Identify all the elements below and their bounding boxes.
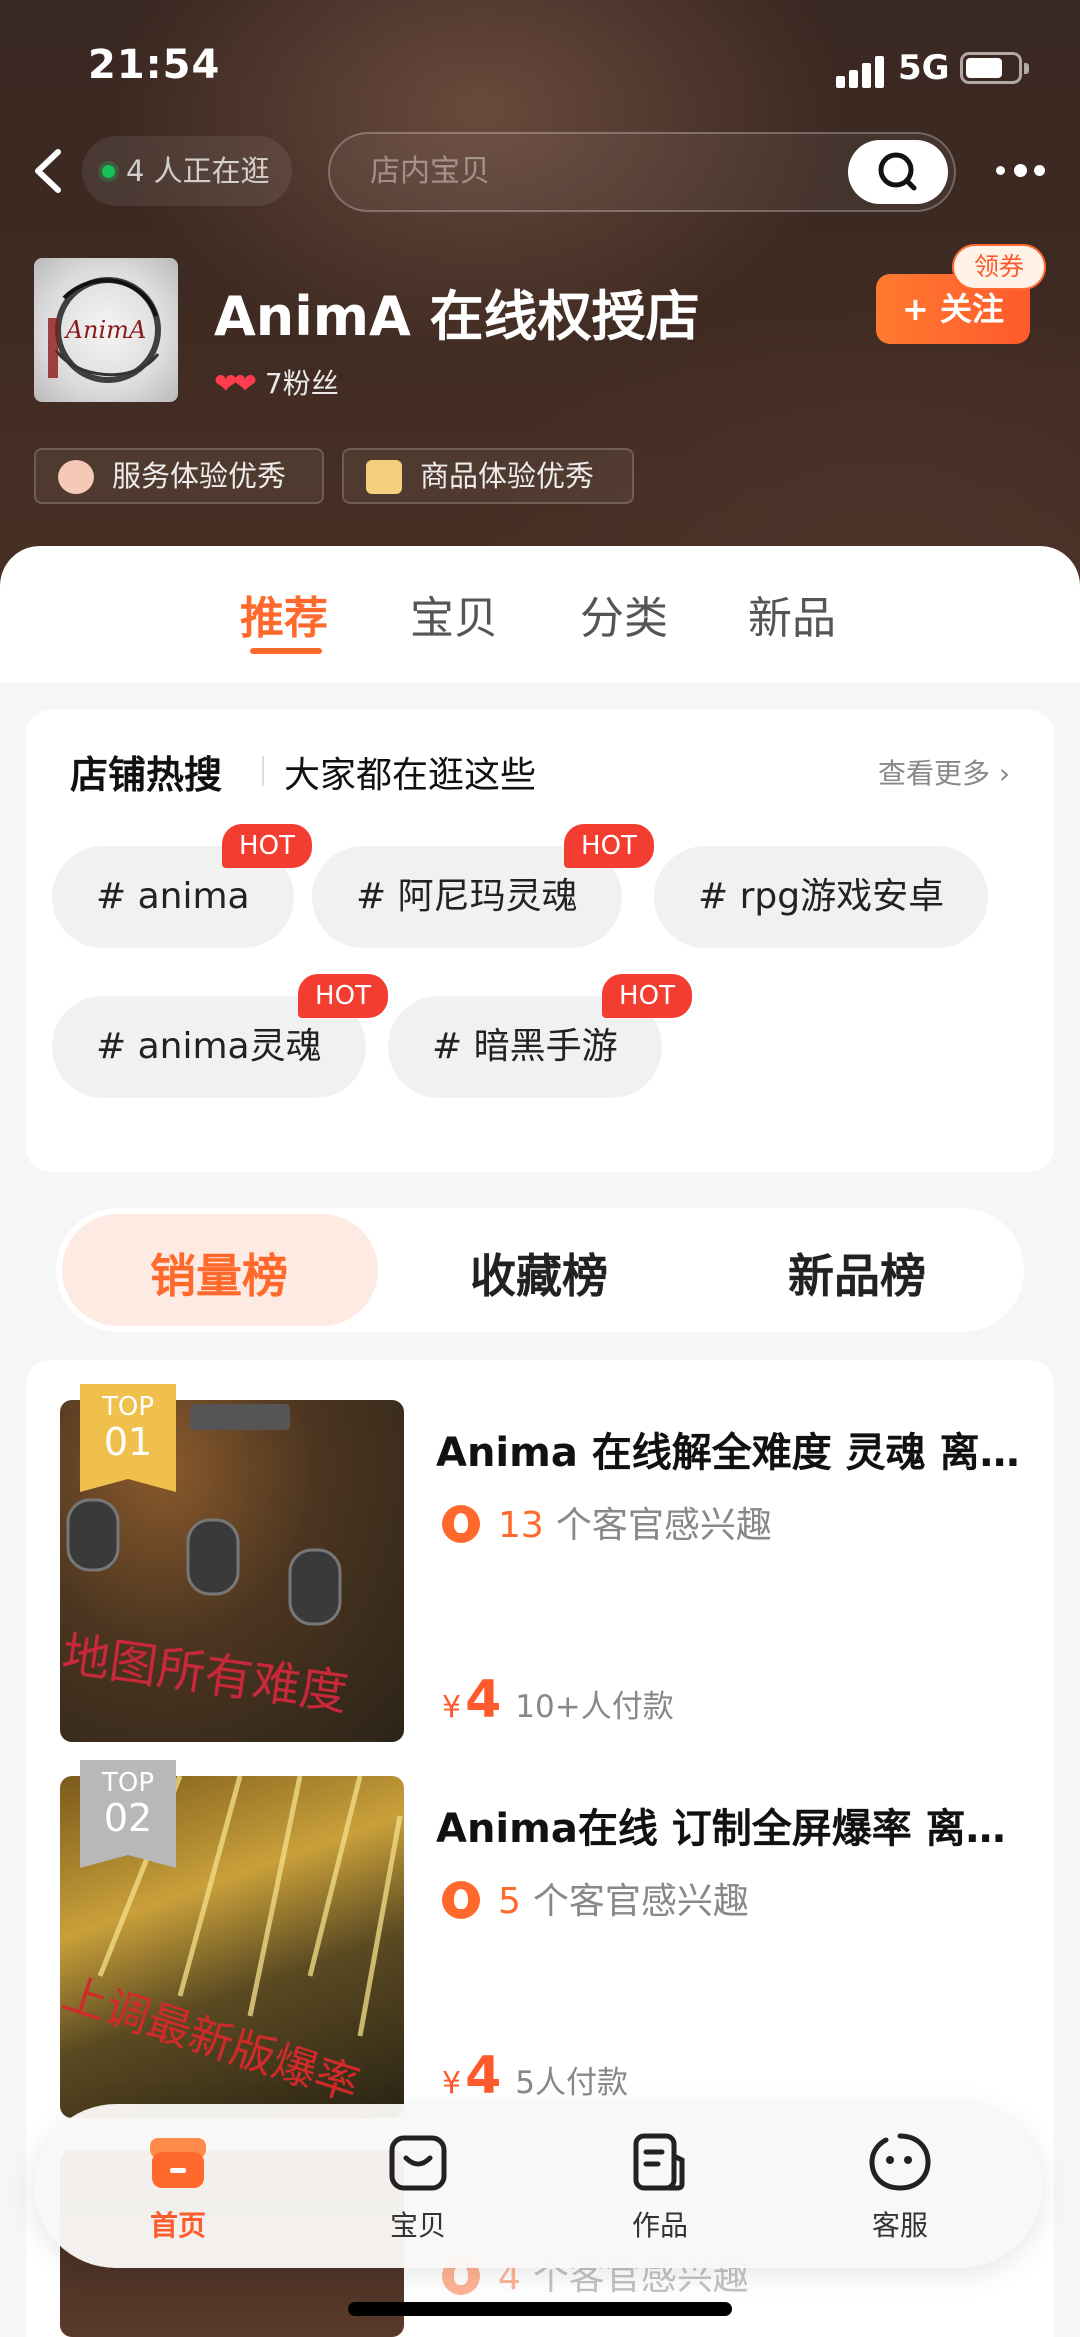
interest-text: 个客官感兴趣 bbox=[555, 1505, 772, 1546]
document-icon bbox=[633, 2133, 685, 2191]
tab-panel bbox=[0, 546, 1080, 682]
home-indicator bbox=[348, 2302, 732, 2316]
hot-tag: HOT bbox=[298, 974, 388, 1018]
currency-symbol: ¥ bbox=[442, 1690, 462, 1725]
home-store-icon bbox=[150, 2138, 206, 2188]
hot-tag: HOT bbox=[222, 824, 312, 868]
rank-badge-silver: TOP 02 bbox=[80, 1760, 176, 1868]
headset-icon bbox=[58, 460, 94, 494]
shop-logo-image: AnimA bbox=[48, 277, 161, 383]
product-price: ¥4 10+人付款 bbox=[442, 1670, 674, 1730]
search-button[interactable] bbox=[848, 140, 948, 204]
tab-recommend[interactable]: 推荐 bbox=[240, 582, 328, 646]
paid-count: 10+人付款 bbox=[515, 1689, 674, 1725]
product-title[interactable]: Anima 在线解全难度 灵魂 离线版 bbox=[436, 1420, 1032, 1478]
interest-count: 5 bbox=[498, 1881, 521, 1922]
product-image-text: 地图所有难度 bbox=[60, 1626, 351, 1722]
rank-number: 02 bbox=[103, 1796, 153, 1840]
see-more-link[interactable]: 查看更多 › bbox=[878, 752, 1010, 792]
search-icon bbox=[878, 152, 917, 191]
shop-logo[interactable]: AnimA bbox=[34, 258, 178, 402]
hot-search-title: 店铺热搜 bbox=[70, 753, 223, 797]
shop-search-bar[interactable]: 店内宝贝 bbox=[328, 132, 956, 212]
search-placeholder[interactable]: 店内宝贝 bbox=[370, 134, 490, 210]
nav-items[interactable]: 宝贝 bbox=[358, 2130, 478, 2244]
nav-works[interactable]: 作品 bbox=[600, 2130, 720, 2244]
hot-tag: HOT bbox=[564, 824, 654, 868]
paid-count: 5人付款 bbox=[515, 2065, 629, 2101]
product-interest: 13 个客官感兴趣 bbox=[442, 1496, 772, 1548]
shop-name: AnimA 在线权授店 bbox=[214, 285, 700, 348]
fans-info: ❤❤ 7粉丝 bbox=[214, 362, 339, 402]
service-badge-label: 服务体验优秀 bbox=[112, 459, 287, 493]
service-badge[interactable]: 服务体验优秀 bbox=[34, 448, 324, 504]
rank-badge-gold: TOP 01 bbox=[80, 1384, 176, 1492]
signal-icon bbox=[836, 54, 886, 88]
rank-number: 01 bbox=[103, 1420, 153, 1464]
see-more-label: 查看更多 bbox=[878, 757, 991, 790]
chevron-right-icon: › bbox=[990, 757, 1011, 790]
network-label: 5G bbox=[898, 48, 950, 88]
rank-top-label: TOP bbox=[101, 1768, 155, 1798]
hot-chip-rpg-android[interactable]: # rpg游戏安卓 bbox=[654, 846, 989, 948]
status-time: 21:54 bbox=[88, 42, 221, 88]
flame-icon bbox=[442, 1881, 480, 1919]
product-image-text: 上调最新版爆率 bbox=[60, 1968, 365, 2112]
tab-new[interactable]: 新品 bbox=[748, 582, 836, 646]
tab-category[interactable]: 分类 bbox=[580, 582, 668, 646]
tab-indicator bbox=[250, 648, 322, 654]
online-dot-icon bbox=[102, 165, 115, 178]
status-bar: 21:54 5G bbox=[0, 0, 1080, 130]
nav-items-label: 宝贝 bbox=[389, 2209, 446, 2242]
bag-icon bbox=[389, 2135, 447, 2191]
chat-service-icon bbox=[869, 2133, 931, 2191]
nav-service[interactable]: 客服 bbox=[840, 2130, 960, 2244]
interest-text: 个客官感兴趣 bbox=[532, 1881, 749, 1922]
nav-home[interactable]: 首页 bbox=[118, 2130, 238, 2244]
product-badge[interactable]: 商品体验优秀 bbox=[342, 448, 634, 504]
rank-tab-new[interactable]: 新品榜 bbox=[788, 1240, 926, 1306]
interest-count: 13 bbox=[498, 1505, 544, 1546]
product-title[interactable]: Anima在线 订制全屏爆率 离线版 bbox=[436, 1796, 1032, 1854]
coupon-badge[interactable]: 领券 bbox=[952, 244, 1046, 290]
product-price: ¥4 5人付款 bbox=[442, 2046, 628, 2106]
browsing-indicator: 4 人正在逛 bbox=[82, 136, 292, 206]
rank-top-label: TOP bbox=[101, 1392, 155, 1422]
battery-icon bbox=[960, 52, 1029, 84]
more-options-icon[interactable] bbox=[996, 160, 1050, 184]
browsing-count: 4 人正在逛 bbox=[126, 154, 270, 188]
nav-works-label: 作品 bbox=[631, 2209, 688, 2242]
fans-count: 7粉丝 bbox=[264, 367, 339, 400]
product-badge-label: 商品体验优秀 bbox=[420, 459, 595, 493]
hot-search-subtitle: 大家都在逛这些 bbox=[284, 755, 537, 796]
tab-items[interactable]: 宝贝 bbox=[410, 582, 498, 646]
heart-icon: ❤❤ bbox=[214, 367, 257, 400]
divider bbox=[262, 756, 264, 786]
nav-home-label: 首页 bbox=[149, 2209, 206, 2242]
product-interest: 5 个客官感兴趣 bbox=[442, 1872, 749, 1924]
logo-text: AnimA bbox=[64, 316, 147, 344]
bag-icon bbox=[366, 460, 402, 494]
hot-tag: HOT bbox=[602, 974, 692, 1018]
back-arrow-icon[interactable] bbox=[30, 148, 66, 194]
rank-tab-favorites[interactable]: 收藏榜 bbox=[470, 1240, 608, 1306]
rank-tab-sales[interactable]: 销量榜 bbox=[150, 1240, 288, 1306]
nav-service-label: 客服 bbox=[871, 2209, 928, 2242]
price-value: 4 bbox=[465, 1670, 502, 1730]
currency-symbol: ¥ bbox=[442, 2066, 462, 2101]
price-value: 4 bbox=[465, 2046, 502, 2106]
flame-icon bbox=[442, 1505, 480, 1543]
